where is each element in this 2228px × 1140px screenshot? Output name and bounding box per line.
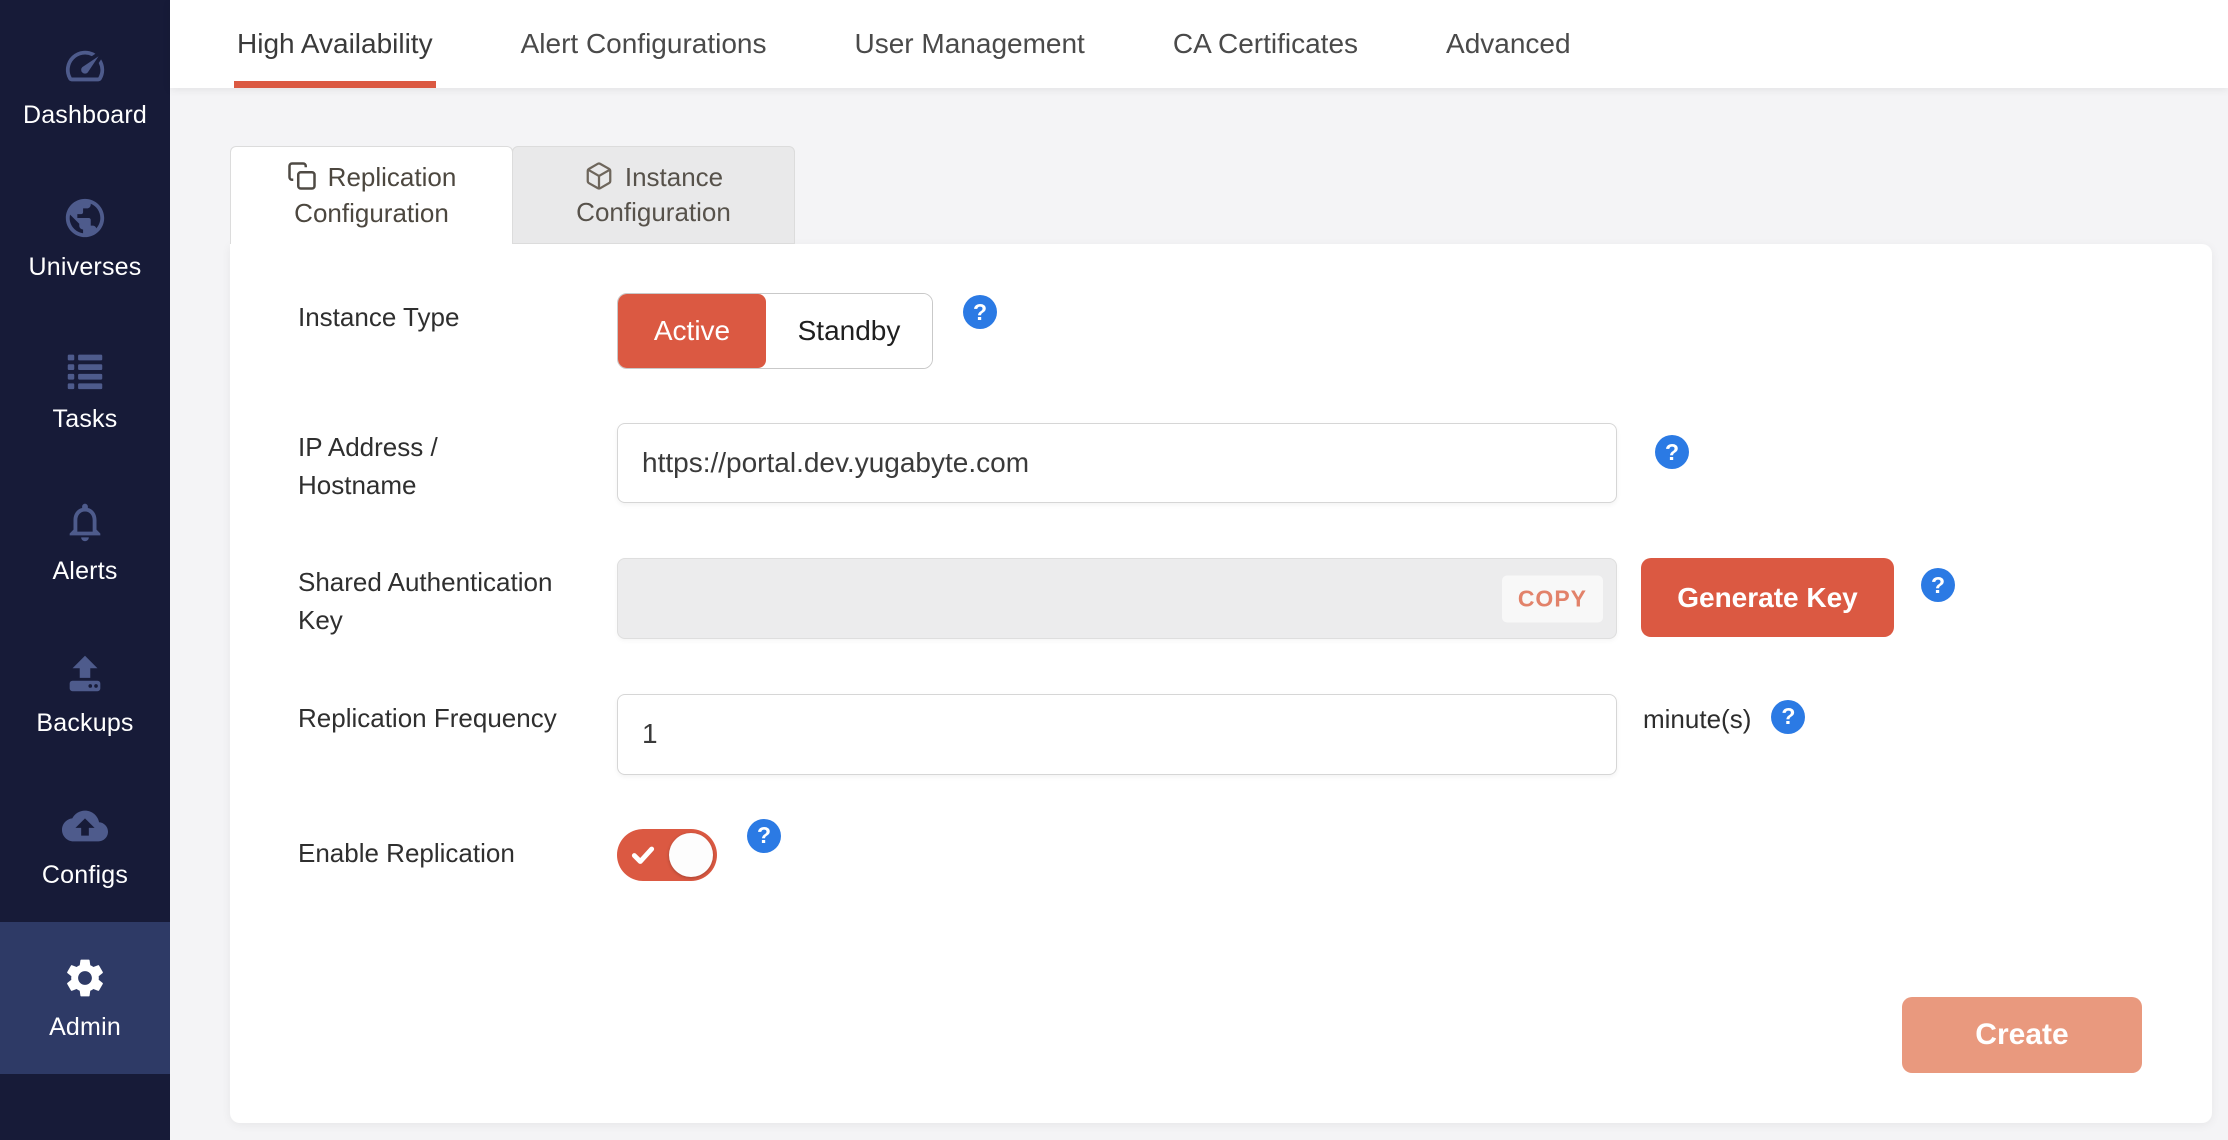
cube-icon [586,162,612,190]
sidebar-item-tasks[interactable]: Tasks [0,314,170,466]
instance-type-label: Instance Type [298,302,460,332]
copy-button[interactable]: COPY [1501,575,1603,623]
sidebar-item-alerts[interactable]: Alerts [0,466,170,618]
sidebar-item-label: Universes [28,252,142,281]
toggle-knob [669,832,713,877]
tab-advanced[interactable]: Advanced [1446,0,1571,88]
ip-address-input[interactable] [617,423,1617,503]
dashboard-gauge-icon [65,50,105,81]
instance-type-active-button[interactable]: Active [618,294,766,368]
help-icon[interactable]: ? [1771,699,1806,734]
instance-type-row: Instance Type Active Standby ? [298,293,2142,369]
app-window: Dashboard Universes Tasks Alerts Backups… [0,0,2228,1140]
generate-key-button[interactable]: Generate Key [1641,558,1894,638]
tab-user-management[interactable]: User Management [855,0,1085,88]
universes-globe-icon [65,198,105,237]
sidebar-item-configs[interactable]: Configs [0,770,170,922]
sidebar-item-label: Alerts [52,556,118,585]
sidebar-item-backups[interactable]: Backups [0,618,170,770]
shared-key-field-wrap: COPY [617,558,1617,640]
create-button[interactable]: Create [1902,996,2142,1073]
help-icon[interactable]: ? [963,295,997,329]
backups-upload-icon [69,655,101,691]
copy-icon [287,162,316,191]
top-tab-bar: High Availability Alert Configurations U… [170,0,2228,88]
replication-frequency-input[interactable] [617,693,1617,775]
sidebar-item-label: Configs [41,860,129,889]
create-row: Create [298,996,2142,1073]
replication-frequency-label: Replication Frequency [298,702,557,733]
help-icon[interactable]: ? [1921,568,1955,603]
sidebar-item-label: Backups [36,708,134,737]
enable-replication-label: Enable Replication [298,837,515,868]
tab-alert-configurations[interactable]: Alert Configurations [521,0,767,88]
ip-address-row: IP Address / Hostname ? [298,423,2142,504]
tab-replication-configuration[interactable]: Replication Configuration [230,146,513,244]
configs-cloud-upload-icon [62,810,108,841]
tab-instance-configuration[interactable]: Instance Configuration [512,146,795,244]
sidebar-item-admin[interactable]: Admin [0,922,170,1074]
alerts-bell-icon [69,503,101,541]
replication-frequency-row: Replication Frequency minute(s) ? [298,693,2142,775]
frequency-unit-label: minute(s) [1643,703,1752,734]
replication-configuration-card: Instance Type Active Standby ? IP Addres… [230,244,2212,1123]
shared-key-label: Shared Authentication Key [298,567,553,636]
sidebar-item-dashboard[interactable]: Dashboard [0,10,170,162]
shared-key-row: Shared Authentication Key COPY Generate … [298,558,2142,640]
tab-ca-certificates[interactable]: CA Certificates [1173,0,1358,88]
sidebar-item-label: Dashboard [22,100,148,129]
sidebar-item-label: Tasks [52,404,118,433]
tasks-list-icon [67,354,103,389]
sidebar-item-universes[interactable]: Universes [0,162,170,314]
check-icon [631,846,655,864]
sidebar: Dashboard Universes Tasks Alerts Backups… [0,0,170,1140]
enable-replication-row: Enable Replication ? [298,818,2142,881]
instance-type-segmented-control: Active Standby [617,293,933,369]
admin-gear-icon [67,959,103,996]
sub-tab-bar: Replication Configuration Instance Confi… [230,146,2228,244]
ip-address-label: IP Address / Hostname [298,432,438,500]
instance-type-standby-button[interactable]: Standby [766,294,932,368]
help-icon[interactable]: ? [747,818,781,853]
enable-replication-toggle[interactable] [617,828,717,881]
help-icon[interactable]: ? [1655,435,1689,469]
sidebar-item-label: Admin [49,1012,121,1041]
main-content: High Availability Alert Configurations U… [170,0,2228,1140]
sub-tab-label: Replication Configuration [294,162,457,228]
tab-high-availability[interactable]: High Availability [234,0,436,88]
shared-key-input[interactable] [617,558,1617,640]
